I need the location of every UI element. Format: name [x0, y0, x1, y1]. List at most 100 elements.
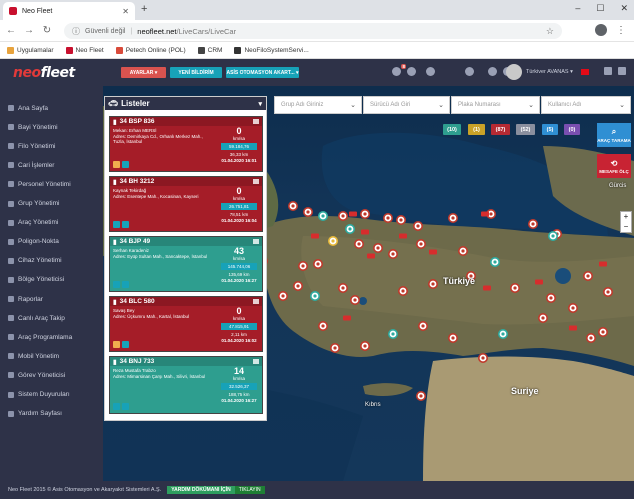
vehicle-card[interactable]: ▮ 34 BLC 580 Savaş Bey Adres: Üçkumru Mah.,…: [109, 296, 263, 352]
sidebar-item-g-rev-y-neticisi[interactable]: Görev Yöneticisi: [0, 368, 103, 382]
truck-marker[interactable]: [311, 233, 319, 239]
sidebar-item-ara-programlama[interactable]: Araç Programlama: [0, 330, 103, 344]
back-button[interactable]: ←: [6, 25, 16, 36]
minimize-button[interactable]: –: [575, 3, 580, 14]
key-icon[interactable]: [113, 281, 120, 288]
fullscreen-icon[interactable]: [604, 67, 612, 75]
close-window-button[interactable]: ✕: [620, 3, 628, 14]
truck-marker[interactable]: [535, 279, 543, 285]
vehicle-marker-dot: [571, 306, 575, 310]
sidebar-item-personel-y-netimi[interactable]: Personel Yönetimi: [0, 177, 103, 191]
bookmark-item[interactable]: Neo Fleet: [65, 46, 104, 54]
key-icon[interactable]: [113, 341, 120, 348]
status-pill-idle[interactable]: (10): [443, 124, 461, 135]
truck-marker[interactable]: [481, 211, 489, 217]
settings-button[interactable]: AYARLAR ▾: [121, 67, 166, 78]
sidebar-item-filo-y-netimi[interactable]: Filo Yönetimi: [0, 139, 103, 153]
truck-marker[interactable]: [343, 315, 351, 321]
browser-tab[interactable]: Neo Fleet ✕: [3, 2, 135, 20]
logout-icon[interactable]: [618, 67, 626, 75]
alert-icon[interactable]: [426, 67, 435, 76]
url-bar[interactable]: ⓘ Güvenli değil | neofleet.net/LiveCars/…: [64, 23, 562, 39]
truck-marker[interactable]: [429, 249, 437, 255]
info-icon[interactable]: ⓘ: [72, 26, 80, 37]
bookmark-star-icon[interactable]: ☆: [546, 26, 554, 37]
reload-button[interactable]: ↻: [42, 25, 52, 36]
tab-close-icon[interactable]: ✕: [122, 7, 129, 16]
truck-marker[interactable]: [483, 285, 491, 291]
vehicle-marker-dot: [489, 212, 493, 216]
sidebar-item-poligon-nokta[interactable]: Poligon-Nokta: [0, 235, 103, 249]
sidebar-item-ana-sayfa[interactable]: Ana Sayfa: [0, 101, 103, 115]
driver-filter-input[interactable]: Sürücü Adı Giri ⌄: [363, 96, 450, 114]
zoom-out-button[interactable]: −: [621, 222, 631, 232]
vehicle-card[interactable]: ▮ 34 BJP 49 Serhan Karadeniz Adres: Eyüp Su…: [109, 236, 263, 292]
group-filter-input[interactable]: Grup Adı Giriniz ⌄: [274, 96, 362, 114]
sidebar-item-grup-y-netimi[interactable]: Grup Yönetimi: [0, 197, 103, 211]
help-docs-link[interactable]: TIKLAYIN: [234, 486, 265, 494]
truck-marker[interactable]: [349, 211, 357, 217]
user-filter-input[interactable]: Kullanıcı Adı ⌄: [541, 96, 631, 114]
bookmark-item[interactable]: Uygulamalar: [7, 46, 54, 54]
status-pill-warning[interactable]: (1): [468, 124, 485, 135]
key-icon[interactable]: [113, 161, 120, 168]
status-pill-offline[interactable]: (52): [516, 124, 535, 135]
key-icon[interactable]: [113, 403, 120, 410]
location-icon[interactable]: [122, 221, 129, 228]
bookmark-item[interactable]: CRM: [197, 46, 222, 54]
truck-marker[interactable]: [569, 325, 577, 331]
sidebar-item-cihaz-y-netimi[interactable]: Cihaz Yönetimi: [0, 254, 103, 268]
location-icon[interactable]: [122, 281, 129, 288]
distance-measure-button[interactable]: ⟲ MESAFE ÖLÇ: [597, 154, 631, 178]
task-icon[interactable]: [465, 67, 474, 76]
location-icon[interactable]: [122, 341, 129, 348]
key-icon[interactable]: [113, 221, 120, 228]
neofleet-logo[interactable]: neofleet: [13, 65, 75, 81]
vehicle-speed: 0: [236, 126, 242, 136]
truck-marker[interactable]: [367, 253, 375, 259]
truck-marker[interactable]: [599, 261, 607, 267]
truck-marker[interactable]: [399, 233, 407, 239]
zoom-in-button[interactable]: +: [621, 212, 631, 222]
mail-icon[interactable]: [488, 67, 497, 76]
sidebar-item-cari-i-lemler[interactable]: Cari İşlemler: [0, 158, 103, 172]
chevron-down-icon[interactable]: ▾: [258, 100, 262, 108]
new-tab-button[interactable]: +: [141, 3, 147, 15]
user-menu[interactable]: Türkiver AVANAS ▾: [506, 64, 589, 80]
sidebar-item-yard-m-sayfas-[interactable]: Yardım Sayfası: [0, 407, 103, 421]
truck-marker[interactable]: [361, 229, 369, 235]
vehicle-card[interactable]: ▮ 34 BNJ 733 Reza Mustafa Trabzo Adres: Mim…: [109, 356, 263, 414]
gps-icon: [253, 299, 259, 304]
location-icon[interactable]: [122, 161, 129, 168]
sidebar-item-bayi-y-netimi[interactable]: Bayi Yönetimi: [0, 120, 103, 134]
vehicle-card-header: ▮ 34 BNJ 733: [110, 357, 262, 366]
maximize-button[interactable]: ☐: [596, 3, 604, 14]
plate-filter-input[interactable]: Plaka Numarası ⌄: [451, 96, 540, 114]
browser-menu-icon[interactable]: ⋮: [616, 25, 626, 36]
message-icon[interactable]: [407, 67, 416, 76]
status-pill-stopped[interactable]: (87): [491, 124, 510, 135]
forward-button[interactable]: →: [24, 25, 34, 36]
notification-bell-icon[interactable]: 8: [392, 64, 406, 76]
sidebar-item-raporlar[interactable]: Raporlar: [0, 292, 103, 306]
sidebar-item-b-lge-y-neticisi[interactable]: Bölge Yöneticisi: [0, 273, 103, 287]
bookmark-item[interactable]: Petech Online (POL): [115, 46, 186, 54]
vehicle-search-button[interactable]: ⌕ ARAÇ TARAMA: [597, 123, 631, 147]
vehicle-card[interactable]: ▮ 34 BH 3212 Kaynak Tekirdağ Adres: Esentep…: [109, 176, 263, 232]
status-pill-moving[interactable]: (5): [542, 124, 558, 135]
sidebar-item-mobil-y-netim[interactable]: Mobil Yönetim: [0, 349, 103, 363]
profile-avatar[interactable]: [595, 24, 607, 36]
sidebar-item-sistem-duyurular-[interactable]: Sistem Duyuruları: [0, 388, 103, 402]
turkish-flag-icon[interactable]: [580, 69, 589, 75]
company-select-button[interactable]: ASİS OTOMASYON AKART... ▾: [226, 67, 299, 78]
location-icon[interactable]: [122, 403, 129, 410]
help-docs-button[interactable]: YARDIM DÖKÜMANI İÇİN: [167, 486, 235, 494]
sidebar-item-label: Poligon-Nokta: [18, 238, 59, 246]
ruler-icon: ⟲: [610, 158, 618, 168]
sidebar-item-canl-ara-takip[interactable]: Canlı Araç Takip: [0, 311, 103, 325]
sidebar-item-ara-y-netimi[interactable]: Araç Yönetimi: [0, 216, 103, 230]
vehicle-card[interactable]: ▮ 34 BSP 836 Mekan: Erhan MERSİ Adres: Demi…: [109, 116, 263, 172]
bookmark-item[interactable]: NeoFiloSystemServi...: [234, 46, 309, 54]
status-pill-other[interactable]: (0): [564, 124, 580, 135]
new-notification-button[interactable]: YENİ BİLDİRİM: [170, 67, 222, 78]
